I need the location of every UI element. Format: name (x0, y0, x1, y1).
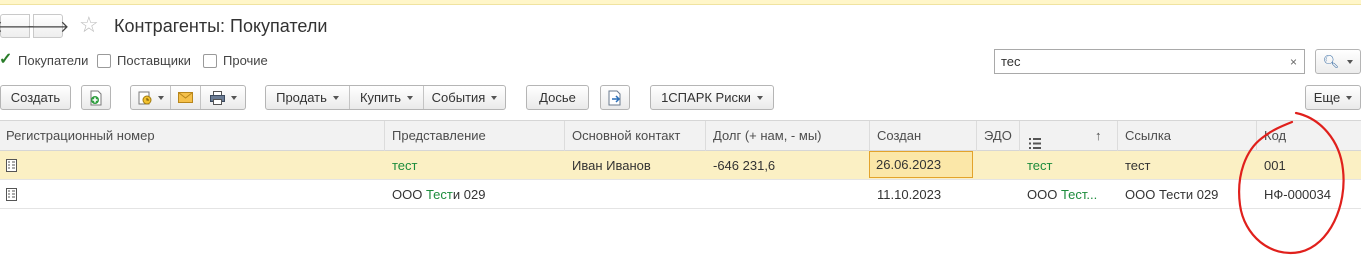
chevron-down-icon (1346, 95, 1353, 100)
cell-created: 26.06.2023 (876, 157, 942, 172)
cell-created: 11.10.2023 (877, 187, 942, 202)
column-header-edo[interactable]: ЭДО (978, 121, 1020, 151)
printer-icon (209, 90, 225, 105)
dossier-button[interactable]: Досье (526, 85, 589, 110)
spark-risks-label: 1СПАРК Риски (661, 90, 751, 105)
table-row[interactable]: ООО Тести 029 11.10.2023 ООО Тест... ООО… (0, 180, 1361, 209)
selected-cell-created[interactable]: 26.06.2023 (869, 151, 973, 178)
back-button[interactable]: 🡐 (0, 14, 36, 38)
column-header-list[interactable]: ↑ (1021, 121, 1118, 151)
events-label: События (431, 90, 486, 105)
sort-ascending-icon: ↑ (1095, 128, 1102, 143)
search-button[interactable]: 🔍︎ (1315, 49, 1361, 74)
email-button[interactable] (171, 86, 201, 109)
cell-link: тест (1125, 158, 1151, 173)
forward-button[interactable]: 🡒 (27, 14, 69, 38)
column-header-name[interactable]: Представление (386, 121, 565, 151)
cell-code: 001 (1264, 158, 1286, 173)
create-group-button[interactable] (81, 85, 111, 110)
checkbox-checked-icon (0, 49, 12, 69)
filter-buyers-checkbox[interactable]: Покупатели (0, 49, 89, 69)
chevron-down-icon (407, 95, 414, 100)
search-icon: 🔍︎ (1322, 53, 1340, 69)
filter-other-label: Прочие (223, 53, 268, 68)
export-button[interactable] (600, 85, 630, 110)
name-suffix: и 029 (452, 187, 486, 202)
list-highlight: Тест... (1060, 187, 1098, 202)
counterparty-icon (6, 159, 17, 172)
chevron-down-icon (230, 95, 237, 100)
page-title: Контрагенты: Покупатели (114, 16, 328, 36)
cell-name: тест (392, 158, 418, 173)
column-header-reg-number[interactable]: Регистрационный номер (0, 121, 385, 151)
sell-menu-button[interactable]: Продать (266, 86, 350, 109)
filter-suppliers-label: Поставщики (117, 53, 191, 68)
top-accent-bar (0, 0, 1361, 5)
column-header-contact[interactable]: Основной контакт (566, 121, 706, 151)
chevron-down-icon (1347, 59, 1354, 64)
search-clear-button[interactable]: × (1283, 49, 1305, 74)
buy-menu-button[interactable]: Купить (350, 86, 424, 109)
table-header: Регистрационный номер Представление Осно… (0, 120, 1361, 151)
filter-other-checkbox[interactable]: Прочие (203, 53, 268, 68)
actions-button-group (130, 85, 246, 110)
add-document-icon (90, 90, 102, 105)
cell-list: тест (1027, 158, 1053, 173)
filter-suppliers-checkbox[interactable]: Поставщики (97, 53, 191, 68)
list-prefix: ООО (1027, 187, 1061, 202)
dossier-label: Досье (539, 90, 576, 105)
envelope-icon (178, 92, 193, 103)
name-highlight: Тест (425, 187, 453, 202)
cell-contact: Иван Иванов (572, 158, 651, 173)
cell-name: ООО Тести 029 (386, 180, 565, 209)
document-export-icon (608, 90, 621, 105)
search-input[interactable] (994, 49, 1284, 74)
buy-label: Купить (359, 90, 402, 105)
column-header-link[interactable]: Ссылка (1119, 121, 1257, 151)
filter-buyers-label: Покупатели (18, 53, 89, 68)
report-menu-button[interactable] (131, 86, 171, 109)
column-header-code[interactable]: Код (1258, 121, 1361, 151)
name-prefix: ООО (392, 187, 426, 202)
spark-risks-button[interactable]: 1СПАРК Риски (650, 85, 774, 110)
cell-link: ООО Тести 029 (1125, 187, 1219, 202)
arrow-right-icon: 🡒 (26, 18, 70, 36)
events-menu-button[interactable]: События (424, 86, 505, 109)
chevron-down-icon (756, 95, 763, 100)
more-button[interactable]: Еще (1305, 85, 1361, 110)
trade-button-group: Продать Купить События (265, 85, 506, 110)
close-icon: × (1289, 54, 1297, 69)
cell-code: НФ-000034 (1264, 187, 1331, 202)
print-menu-button[interactable] (201, 86, 245, 109)
checkbox-icon (203, 53, 217, 68)
chevron-down-icon (491, 95, 498, 100)
more-label: Еще (1313, 90, 1341, 105)
chevron-down-icon (157, 95, 164, 100)
cell-list: ООО Тест... (1021, 180, 1118, 209)
counterparty-icon (6, 188, 17, 201)
report-clock-icon (138, 91, 151, 104)
column-header-debt[interactable]: Долг (+ нам, - мы) (707, 121, 870, 151)
chevron-down-icon (332, 95, 339, 100)
sell-label: Продать (276, 90, 327, 105)
checkbox-icon (97, 53, 111, 68)
table-row[interactable]: тест Иван Иванов -646 231,6 тест тест 00… (0, 151, 1361, 180)
cell-debt: -646 231,6 (713, 158, 776, 173)
favorite-star-icon[interactable]: ☆ (79, 12, 99, 38)
create-button[interactable]: Создать (0, 85, 71, 110)
create-button-label: Создать (10, 90, 61, 105)
column-header-created[interactable]: Создан (871, 121, 977, 151)
